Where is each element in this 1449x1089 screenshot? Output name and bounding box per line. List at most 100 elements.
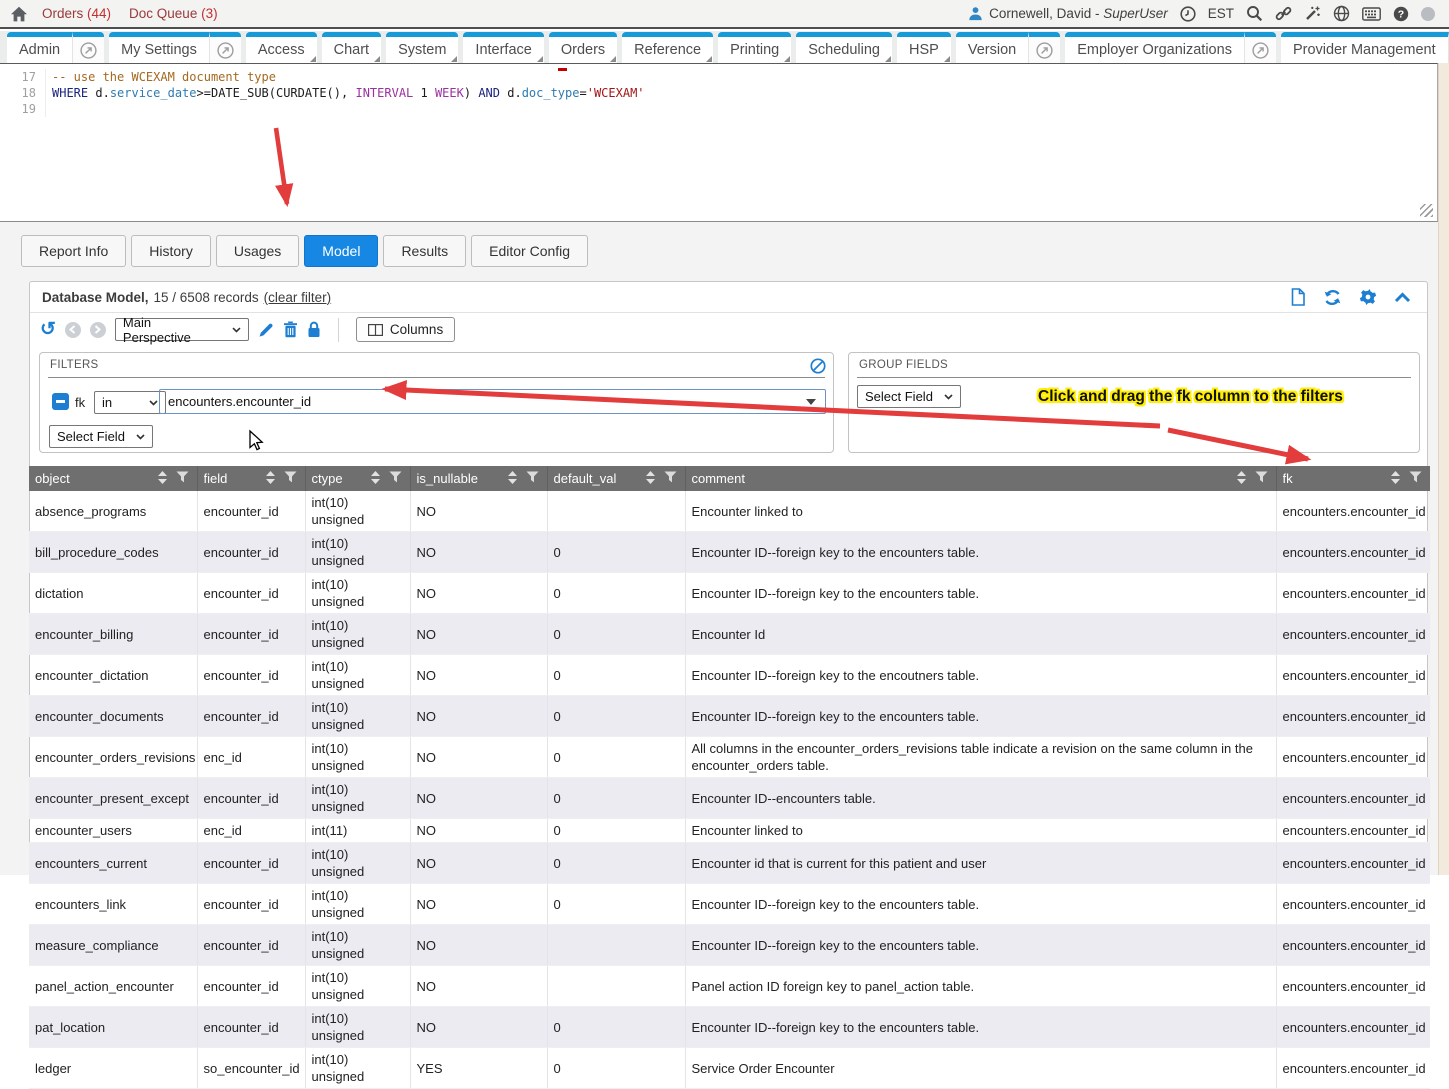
nav-tab-printing[interactable]: Printing bbox=[718, 32, 791, 63]
nav-tab-my-settings[interactable]: My Settings bbox=[109, 32, 241, 63]
clear-filters-icon[interactable] bbox=[810, 358, 826, 379]
column-header-is-nullable[interactable]: is_nullable bbox=[410, 466, 547, 491]
external-link-icon[interactable] bbox=[72, 32, 104, 63]
sql-editor[interactable]: 17-- use the WCEXAM document type18WHERE… bbox=[0, 63, 1438, 222]
filter-value-combo[interactable] bbox=[159, 389, 826, 414]
gear-icon[interactable] bbox=[1359, 288, 1377, 306]
editor-line[interactable]: 17-- use the WCEXAM document type bbox=[0, 69, 1437, 85]
nav-tab-reference[interactable]: Reference bbox=[622, 32, 713, 63]
filter-operator-select[interactable]: in bbox=[94, 391, 166, 414]
external-link-icon[interactable] bbox=[1244, 32, 1276, 63]
tab-model[interactable]: Model bbox=[304, 235, 378, 267]
editor-line[interactable]: 19 bbox=[0, 101, 1437, 117]
table-row[interactable]: bill_procedure_codesencounter_idint(10) … bbox=[29, 532, 1430, 573]
undo-icon[interactable]: ↺ bbox=[40, 320, 56, 339]
nav-tab-hsp[interactable]: HSP bbox=[897, 32, 951, 63]
refresh-icon[interactable] bbox=[1323, 289, 1342, 306]
new-document-icon[interactable] bbox=[1290, 288, 1306, 306]
filter-funnel-icon[interactable] bbox=[664, 471, 677, 486]
help-icon[interactable]: ? bbox=[1393, 6, 1409, 22]
clear-filter-link[interactable]: (clear filter) bbox=[264, 290, 332, 305]
tab-history[interactable]: History bbox=[131, 235, 211, 267]
tab-editor-config[interactable]: Editor Config bbox=[471, 235, 588, 267]
column-header-ctype[interactable]: ctype bbox=[305, 466, 410, 491]
table-row[interactable]: encounter_billingencounter_idint(10) uns… bbox=[29, 614, 1430, 655]
filter-funnel-icon[interactable] bbox=[1409, 471, 1422, 486]
prev-button[interactable] bbox=[65, 322, 81, 338]
user-info[interactable]: Cornewell, David - SuperUser bbox=[968, 6, 1168, 21]
editor-line[interactable]: 18WHERE d.service_date>=DATE_SUB(CURDATE… bbox=[0, 85, 1437, 101]
tab-usages[interactable]: Usages bbox=[216, 235, 299, 267]
globe-icon[interactable] bbox=[1333, 5, 1350, 22]
table-row[interactable]: encounters_currentencounter_idint(10) un… bbox=[29, 843, 1430, 884]
delete-trash-icon[interactable] bbox=[283, 321, 298, 338]
sort-icon[interactable] bbox=[266, 471, 275, 487]
nav-tab-admin[interactable]: Admin bbox=[7, 32, 104, 63]
table-row[interactable]: absence_programsencounter_idint(10) unsi… bbox=[29, 491, 1430, 532]
wand-icon[interactable] bbox=[1304, 5, 1321, 22]
table-row[interactable]: ledgerso_encounter_idint(10) unsignedYES… bbox=[29, 1048, 1430, 1089]
next-button[interactable] bbox=[90, 322, 106, 338]
nav-tab-chart[interactable]: Chart bbox=[322, 32, 381, 63]
nav-tab-provider-management[interactable]: Provider Management bbox=[1281, 32, 1449, 63]
link-icon[interactable] bbox=[1275, 5, 1292, 22]
combo-dropdown-icon[interactable] bbox=[806, 399, 816, 405]
column-header-object[interactable]: object bbox=[29, 466, 197, 491]
table-row[interactable]: encounter_usersenc_idint(11)NO0Encounter… bbox=[29, 819, 1430, 843]
filter-funnel-icon[interactable] bbox=[1255, 471, 1268, 486]
home-icon[interactable] bbox=[10, 6, 28, 22]
lock-icon[interactable] bbox=[307, 321, 321, 338]
table-row[interactable]: encounters_linkencounter_idint(10) unsig… bbox=[29, 884, 1430, 925]
sort-icon[interactable] bbox=[508, 471, 517, 487]
table-row[interactable]: encounter_documentsencounter_idint(10) u… bbox=[29, 696, 1430, 737]
filter-funnel-icon[interactable] bbox=[176, 471, 189, 486]
filter-funnel-icon[interactable] bbox=[526, 471, 539, 486]
nav-tab-access[interactable]: Access bbox=[246, 32, 317, 63]
nav-tab-version[interactable]: Version bbox=[956, 32, 1060, 63]
search-icon[interactable] bbox=[1246, 5, 1263, 22]
external-link-icon[interactable] bbox=[1028, 32, 1060, 63]
filter-funnel-icon[interactable] bbox=[389, 471, 402, 486]
scrollbar-track[interactable] bbox=[1438, 63, 1449, 875]
topbar-link-doc-queue[interactable]: Doc Queue (3) bbox=[129, 6, 218, 21]
table-row[interactable]: encounter_present_exceptencounter_idint(… bbox=[29, 778, 1430, 819]
sort-icon[interactable] bbox=[1391, 471, 1400, 487]
filter-funnel-icon[interactable] bbox=[284, 471, 297, 486]
columns-button[interactable]: Columns bbox=[356, 317, 455, 342]
tab-results[interactable]: Results bbox=[383, 235, 466, 267]
nav-tab-interface[interactable]: Interface bbox=[463, 32, 543, 63]
nav-tab-system[interactable]: System bbox=[386, 32, 458, 63]
table-row[interactable]: measure_complianceencounter_idint(10) un… bbox=[29, 925, 1430, 966]
perspective-select[interactable]: Main Perspective bbox=[115, 318, 249, 341]
sort-icon[interactable] bbox=[371, 471, 380, 487]
user-role: SuperUser bbox=[1103, 6, 1168, 21]
table-row[interactable]: pat_locationencounter_idint(10) unsigned… bbox=[29, 1007, 1430, 1048]
filter-add-field-select[interactable]: Select Field bbox=[49, 425, 153, 448]
group-add-field-select[interactable]: Select Field bbox=[857, 385, 961, 408]
filter-value-input[interactable] bbox=[160, 394, 806, 409]
nav-tab-scheduling[interactable]: Scheduling bbox=[796, 32, 892, 63]
column-header-field[interactable]: field bbox=[197, 466, 305, 491]
column-header-default-val[interactable]: default_val bbox=[547, 466, 685, 491]
collapse-icon[interactable] bbox=[1394, 292, 1411, 303]
external-link-icon[interactable] bbox=[209, 32, 241, 63]
table-row[interactable]: dictationencounter_idint(10) unsignedNO0… bbox=[29, 573, 1430, 614]
table-row[interactable]: encounter_orders_revisionsenc_idint(10) … bbox=[29, 737, 1430, 778]
table-row[interactable]: panel_action_encounterencounter_idint(10… bbox=[29, 966, 1430, 1007]
clock-icon[interactable] bbox=[1180, 6, 1196, 22]
remove-filter-button[interactable] bbox=[52, 393, 69, 410]
submenu-fold-icon bbox=[537, 56, 543, 62]
tab-report-info[interactable]: Report Info bbox=[21, 235, 126, 267]
column-header-fk[interactable]: fk bbox=[1276, 466, 1430, 491]
column-header-comment[interactable]: comment bbox=[685, 466, 1276, 491]
sort-icon[interactable] bbox=[646, 471, 655, 487]
edit-pencil-icon[interactable] bbox=[258, 322, 274, 338]
sort-icon[interactable] bbox=[158, 471, 167, 487]
nav-tab-employer-organizations[interactable]: Employer Organizations bbox=[1065, 32, 1276, 63]
resize-handle-icon[interactable] bbox=[1420, 204, 1433, 217]
table-row[interactable]: encounter_dictationencounter_idint(10) u… bbox=[29, 655, 1430, 696]
topbar-link-orders[interactable]: Orders (44) bbox=[42, 6, 111, 21]
sort-icon[interactable] bbox=[1237, 471, 1246, 487]
nav-tab-orders[interactable]: Orders bbox=[549, 32, 617, 63]
keyboard-icon[interactable] bbox=[1362, 7, 1381, 21]
